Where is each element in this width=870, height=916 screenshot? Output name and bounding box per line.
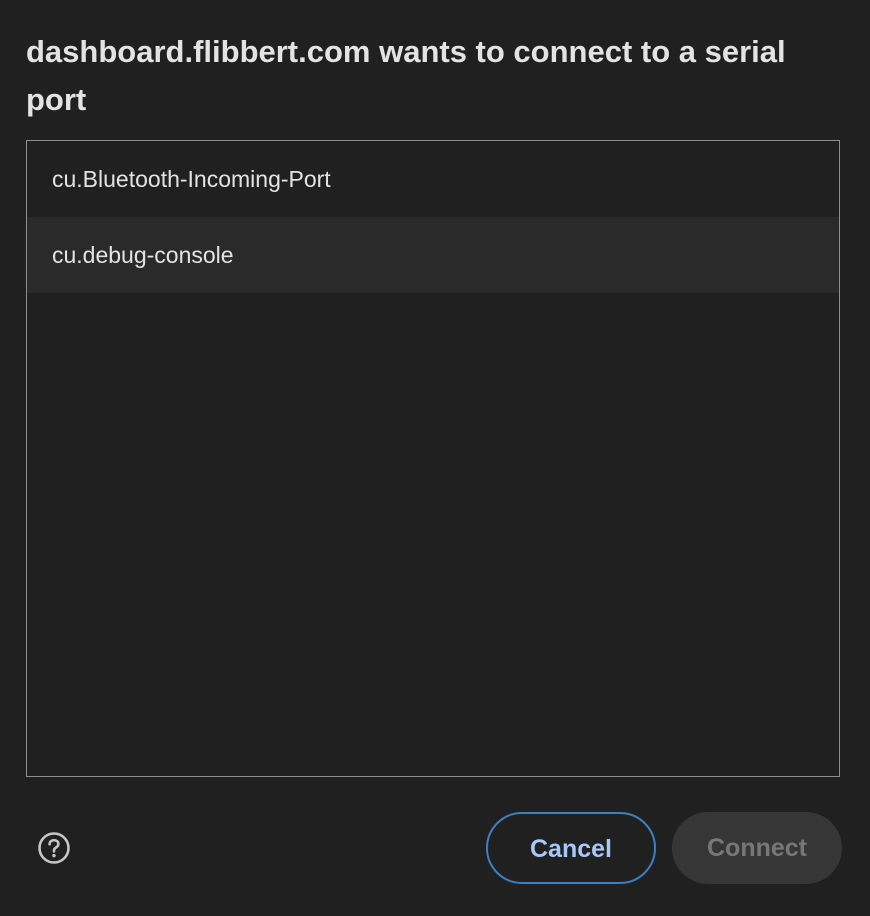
dialog-title: dashboard.flibbert.com wants to connect …	[26, 34, 786, 117]
port-item-debug-console[interactable]: cu.debug-console	[27, 217, 839, 293]
port-item-bluetooth-incoming[interactable]: cu.Bluetooth-Incoming-Port	[27, 141, 839, 217]
connect-button[interactable]: Connect	[672, 812, 842, 884]
serial-port-chooser-dialog: dashboard.flibbert.com wants to connect …	[0, 0, 870, 916]
help-button[interactable]	[37, 831, 71, 865]
help-circle-icon	[38, 832, 70, 864]
cancel-button[interactable]: Cancel	[486, 812, 656, 884]
port-list[interactable]: cu.Bluetooth-Incoming-Port cu.debug-cons…	[26, 140, 840, 777]
